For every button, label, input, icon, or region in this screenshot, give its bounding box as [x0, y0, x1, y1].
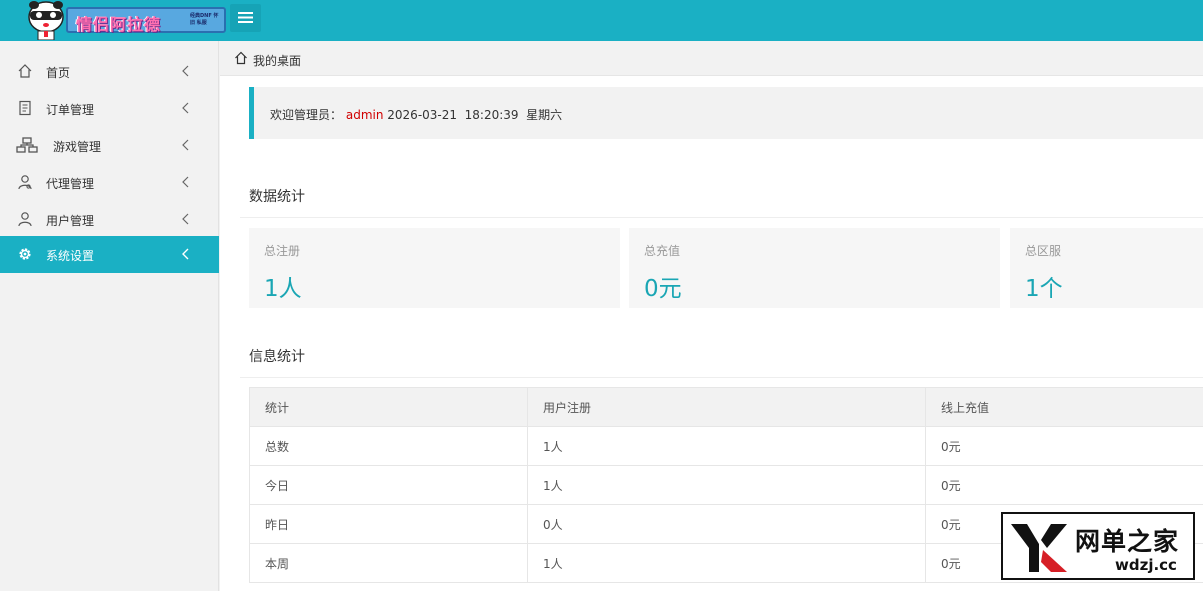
chevron-left-icon: [182, 213, 189, 225]
menu-toggle-button[interactable]: [230, 4, 261, 32]
main-content: 我的桌面 欢迎管理员： admin 2026-03-21 18:20:39 星期…: [220, 41, 1203, 591]
divider: [240, 217, 1203, 218]
watermark-title: 网单之家: [1075, 527, 1180, 556]
watermark: 网单之家 wdzj.cc: [1001, 512, 1195, 580]
welcome-text: 欢迎管理员： admin 2026-03-21 18:20:39 星期六: [270, 106, 562, 123]
column-header: 线上充值: [925, 387, 1203, 427]
data-stats-title: 数据统计: [249, 189, 305, 205]
user-group-icon: [18, 175, 32, 190]
table-cell: 0人: [527, 504, 926, 544]
sidebar-item-label: 用户管理: [46, 214, 95, 228]
sidebar-item-games[interactable]: 游戏管理: [0, 127, 219, 164]
chevron-left-icon: [182, 248, 189, 260]
stat-label: 总注册: [264, 244, 301, 258]
sidebar-item-label: 首页: [46, 66, 71, 80]
logo-title: 情侣阿拉德: [76, 15, 162, 34]
watermark-logo-icon: [1011, 524, 1067, 572]
table-row: 今日 1人 0元: [249, 465, 1203, 505]
welcome-prefix: 欢迎管理员：: [270, 108, 343, 122]
gear-icon: [19, 248, 31, 260]
table-cell: 总数: [249, 426, 528, 466]
breadcrumb: 我的桌面: [220, 41, 1203, 76]
user-icon: [18, 212, 32, 227]
breadcrumb-current[interactable]: 我的桌面: [253, 52, 301, 69]
sidebar-item-settings[interactable]: 系统设置: [0, 236, 219, 273]
sidebar-item-label: 订单管理: [46, 103, 95, 117]
sidebar-item-users[interactable]: 用户管理: [0, 201, 219, 238]
stat-value: 1人: [264, 276, 302, 302]
watermark-url: wdzj.cc: [1115, 556, 1177, 574]
sidebar-item-orders[interactable]: 订单管理: [0, 90, 219, 127]
table-row: 总数 1人 0元: [249, 426, 1203, 466]
welcome-banner: 欢迎管理员： admin 2026-03-21 18:20:39 星期六: [249, 87, 1203, 139]
sitemap-icon: [16, 137, 38, 153]
sidebar-item-label: 游戏管理: [53, 140, 102, 154]
chevron-left-icon: [182, 65, 189, 77]
logo-banner: 情侣阿拉德 经典DNF 怀旧 私服: [66, 7, 226, 34]
table-cell: 昨日: [249, 504, 528, 544]
chevron-left-icon: [182, 139, 189, 151]
app-logo[interactable]: 情侣阿拉德 经典DNF 怀旧 私服: [22, 0, 226, 41]
divider: [240, 377, 1203, 378]
sidebar-item-label: 系统设置: [46, 249, 95, 263]
hamburger-icon: [238, 12, 253, 23]
stat-value: 1个: [1025, 276, 1063, 302]
home-icon: [18, 64, 32, 78]
table-cell: 0元: [925, 426, 1203, 466]
table-cell: 1人: [527, 426, 926, 466]
table-cell: 1人: [527, 465, 926, 505]
sidebar-item-home[interactable]: 首页: [0, 53, 219, 90]
column-header: 统计: [249, 387, 528, 427]
welcome-datetime: 2026-03-21 18:20:39 星期六: [387, 108, 563, 122]
sidebar-item-label: 代理管理: [46, 177, 95, 191]
column-header: 用户注册: [527, 387, 926, 427]
table-header-row: 统计 用户注册 线上充值: [249, 387, 1203, 427]
top-bar: 情侣阿拉德 经典DNF 怀旧 私服: [0, 0, 1203, 41]
info-stats-title: 信息统计: [249, 349, 305, 365]
table-cell: 1人: [527, 543, 926, 583]
order-list-icon: [19, 100, 31, 116]
welcome-username: admin: [345, 108, 384, 122]
chevron-left-icon: [182, 176, 189, 188]
stat-label: 总区服: [1025, 244, 1062, 258]
logo-subtitle: 经典DNF 怀旧 私服: [190, 13, 219, 26]
table-cell: 本周: [249, 543, 528, 583]
stat-value: 0元: [644, 276, 682, 302]
table-cell: 今日: [249, 465, 528, 505]
stat-label: 总充值: [644, 244, 681, 258]
sidebar-item-agents[interactable]: 代理管理: [0, 164, 219, 201]
chevron-left-icon: [182, 102, 189, 114]
table-cell: 0元: [925, 465, 1203, 505]
sidebar: 首页 订单管理 游戏管理 代理管理 用户管理 系统设置: [0, 41, 219, 591]
stat-card-total-recharge: 总充值 0元: [629, 228, 1000, 308]
stat-card-total-register: 总注册 1人: [249, 228, 620, 308]
home-icon[interactable]: [234, 51, 248, 65]
stat-card-total-servers: 总区服 1个: [1010, 228, 1203, 308]
panda-mascot-icon: [28, 1, 64, 40]
